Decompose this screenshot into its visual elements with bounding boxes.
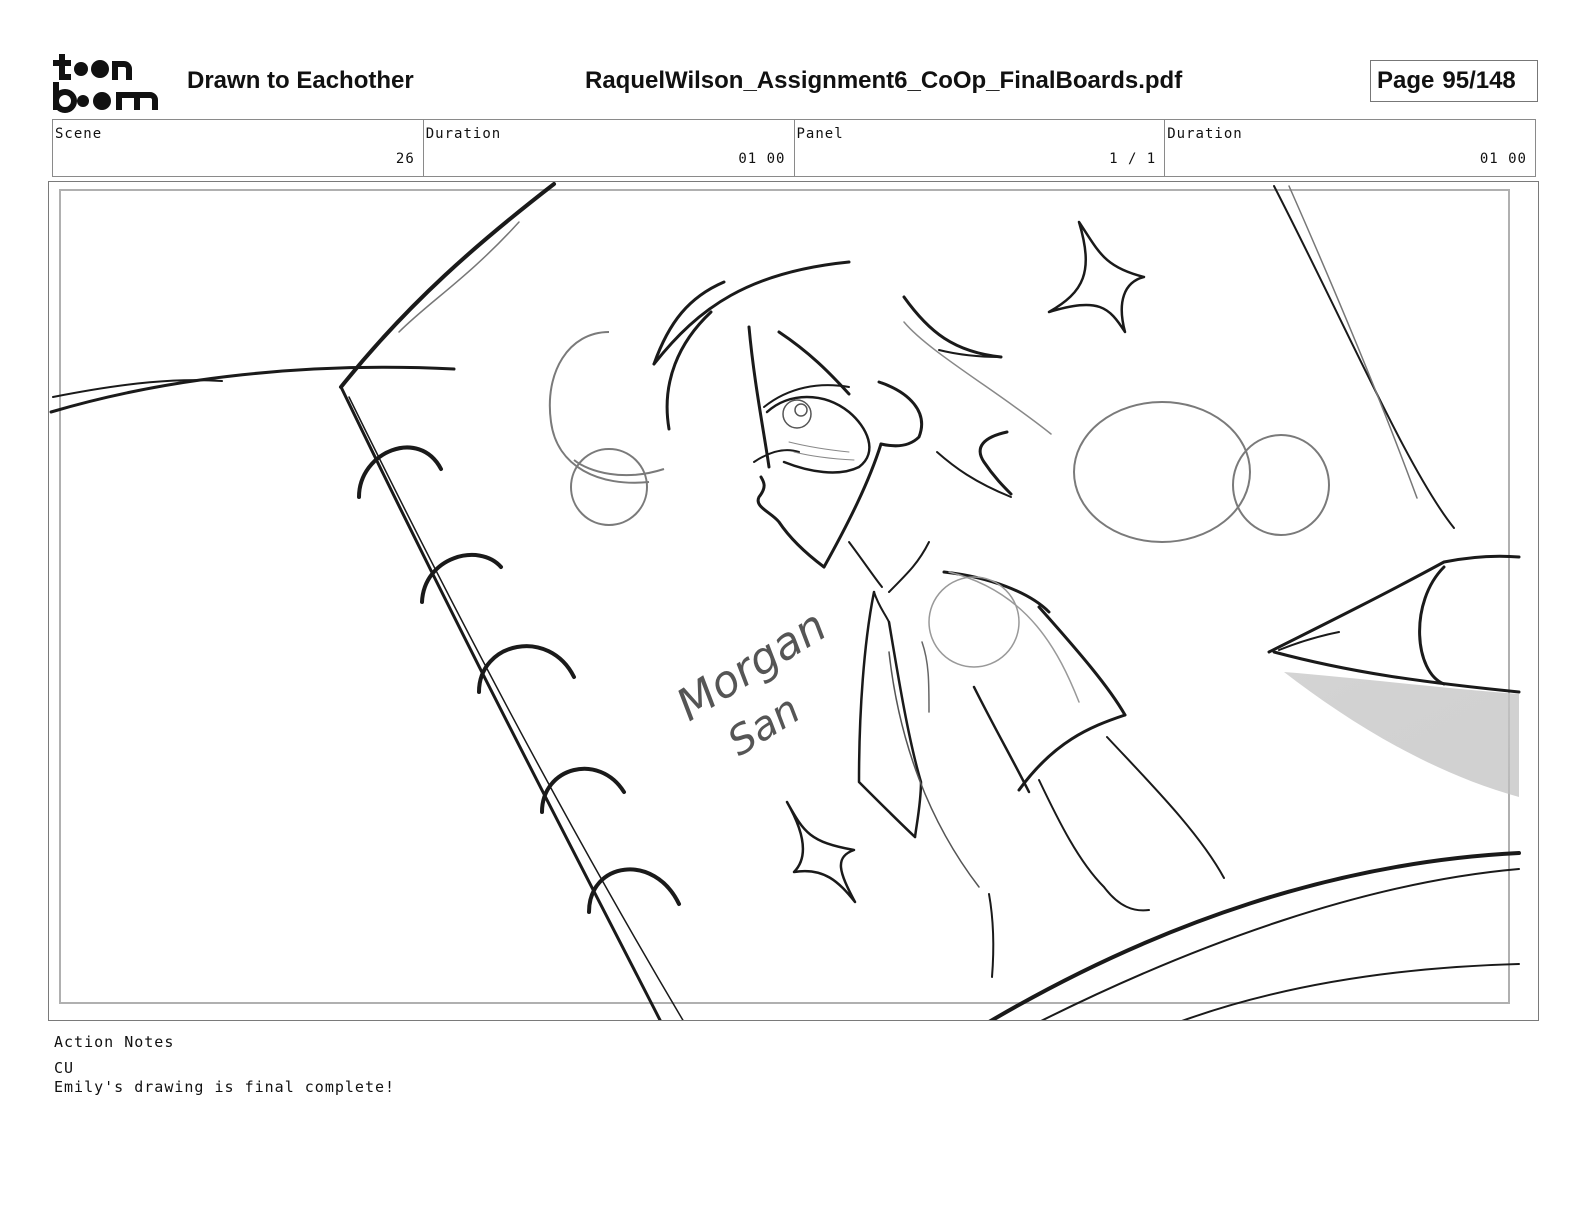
- panel-value: 1 / 1: [1109, 151, 1157, 167]
- safe-area-frame: [59, 189, 1510, 1004]
- project-title: Drawn to Eachother: [187, 67, 414, 94]
- panel-label: Panel: [796, 126, 844, 142]
- scene-duration-label: Duration: [425, 126, 502, 142]
- toonboom-logo: [53, 54, 158, 113]
- sketch-drawing: Morgan San: [49, 182, 1521, 1020]
- page-value: 95/148: [1442, 67, 1516, 94]
- file-name: RaquelWilson_Assignment6_CoOp_FinalBoard…: [585, 67, 1183, 94]
- panel-duration-cell: Duration 01 00: [1165, 120, 1535, 176]
- scene-value: 26: [395, 151, 415, 167]
- scene-label: Scene: [55, 126, 103, 142]
- panel-duration-value: 01 00: [1479, 151, 1527, 167]
- signature-text: Morgan San: [668, 600, 836, 765]
- panel-duration-label: Duration: [1167, 126, 1243, 142]
- action-notes-label: Action Notes: [54, 1033, 175, 1051]
- scene-duration-cell: Duration 01 00: [424, 120, 795, 176]
- action-note-line: Emily's drawing is final complete!: [54, 1078, 396, 1096]
- action-note-line: CU: [54, 1059, 75, 1077]
- scene-cell: Scene 26: [53, 120, 424, 176]
- scene-duration-value: 01 00: [738, 151, 786, 167]
- scene-info-table: Scene 26 Duration 01 00 Panel 1 / 1 Dura…: [52, 119, 1536, 177]
- panel-cell: Panel 1 / 1: [795, 120, 1166, 176]
- page-indicator: Page 95/148: [1370, 60, 1538, 102]
- storyboard-panel: Morgan San: [48, 181, 1539, 1021]
- page-label: Page: [1377, 67, 1435, 94]
